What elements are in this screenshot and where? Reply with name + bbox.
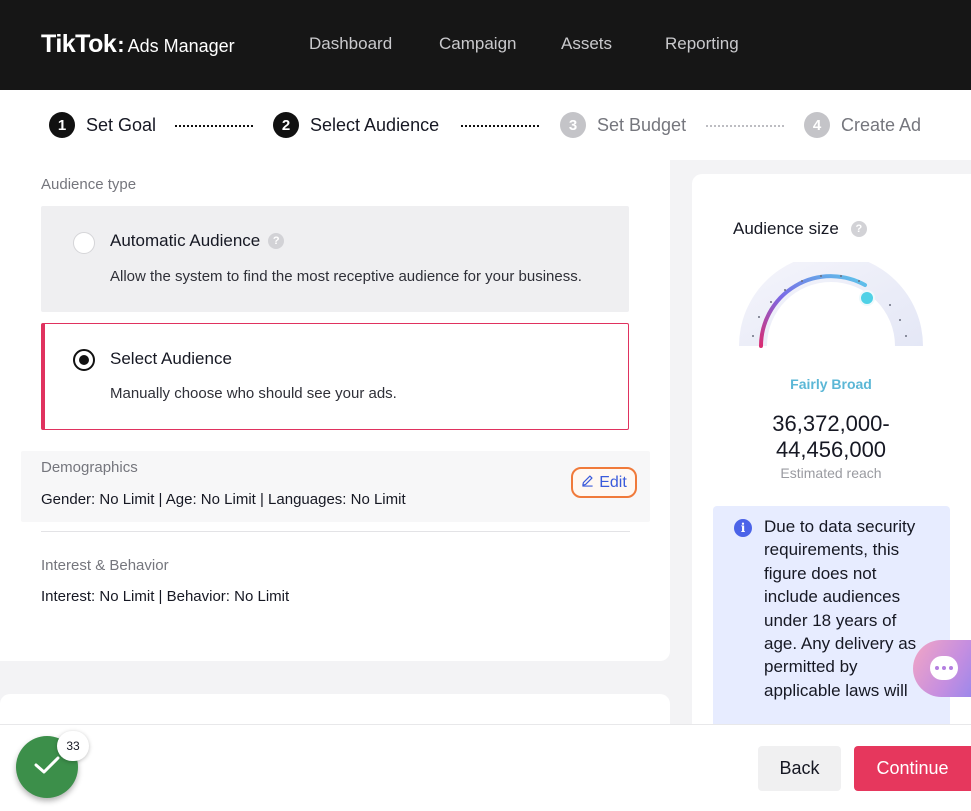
continue-button[interactable]: Continue <box>854 746 971 791</box>
logo-product: Ads Manager <box>127 36 235 56</box>
demographics-value: Gender: No Limit | Age: No Limit | Langu… <box>41 491 406 508</box>
chat-support-button[interactable] <box>913 640 971 697</box>
pencil-icon <box>581 474 594 492</box>
interest-behavior-value: Interest: No Limit | Behavior: No Limit <box>41 588 290 605</box>
reach-line-1: 36,372,000- <box>772 411 890 436</box>
step-select-audience[interactable]: 2 Select Audience <box>273 112 439 138</box>
back-button[interactable]: Back <box>758 746 841 791</box>
audience-level-label: Fairly Broad <box>790 376 872 392</box>
nav-dashboard[interactable]: Dashboard <box>309 34 392 54</box>
option-title: Select Audience <box>110 349 232 368</box>
option-description: Allow the system to find the most recept… <box>110 268 582 285</box>
option-title: Automatic Audience <box>110 231 261 250</box>
gauge-indicator-dot <box>859 290 875 306</box>
section-divider <box>41 531 630 532</box>
step-number: 2 <box>273 112 299 138</box>
audience-type-label: Audience type <box>41 176 137 193</box>
edit-label: Edit <box>599 473 627 491</box>
automatic-audience-option[interactable]: Automatic Audience ? Allow the system to… <box>41 206 629 312</box>
step-connector <box>461 125 539 127</box>
step-number: 3 <box>560 112 586 138</box>
nav-assets[interactable]: Assets <box>561 34 612 54</box>
nav-campaign[interactable]: Campaign <box>439 34 517 54</box>
help-icon[interactable]: ? <box>850 221 867 237</box>
step-connector <box>706 125 784 127</box>
edit-demographics-button[interactable]: Edit <box>571 467 637 498</box>
select-audience-option[interactable]: Select Audience Manually choose who shou… <box>41 323 629 430</box>
select-audience-radio[interactable] <box>73 349 95 371</box>
radio-selected-dot <box>79 355 89 365</box>
interest-behavior-label: Interest & Behavior <box>41 557 169 574</box>
automatic-audience-radio[interactable] <box>73 232 95 254</box>
step-set-budget[interactable]: 3 Set Budget <box>560 112 686 138</box>
top-nav-bar: TikTok : Ads Manager Dashboard Campaign … <box>0 0 971 90</box>
tiktok-ads-logo[interactable]: TikTok : Ads Manager <box>41 30 235 59</box>
step-create-ad[interactable]: 4 Create Ad <box>804 112 921 138</box>
step-connector <box>175 125 253 127</box>
audience-gauge <box>735 254 927 357</box>
option-description: Manually choose who should see your ads. <box>110 385 397 402</box>
step-set-goal[interactable]: 1 Set Goal <box>49 112 156 138</box>
audience-size-title: Audience size <box>733 219 839 238</box>
reach-line-2: 44,456,000 <box>775 437 887 462</box>
step-label: Select Audience <box>310 114 440 135</box>
step-label: Set Budget <box>597 114 687 135</box>
step-label: Set Goal <box>86 114 157 135</box>
nav-reporting[interactable]: Reporting <box>665 34 739 54</box>
chat-bubble-icon <box>930 656 958 680</box>
checkmark-icon <box>34 755 60 780</box>
demographics-label: Demographics <box>41 459 138 476</box>
help-icon[interactable]: ? <box>268 233 285 249</box>
info-icon: i <box>734 519 752 537</box>
notification-count-badge: 33 <box>57 731 89 761</box>
notice-text: Due to data security requirements, this … <box>764 517 917 700</box>
logo-brand: TikTok <box>41 30 117 58</box>
estimated-reach-caption: Estimated reach <box>780 465 882 481</box>
estimated-reach-value: 36,372,000- 44,456,000 <box>692 411 970 463</box>
step-number: 1 <box>49 112 75 138</box>
step-number: 4 <box>804 112 830 138</box>
step-label: Create Ad <box>841 114 922 135</box>
logo-colon: : <box>117 32 125 57</box>
data-security-notice: i Due to data security requirements, thi… <box>713 506 950 736</box>
